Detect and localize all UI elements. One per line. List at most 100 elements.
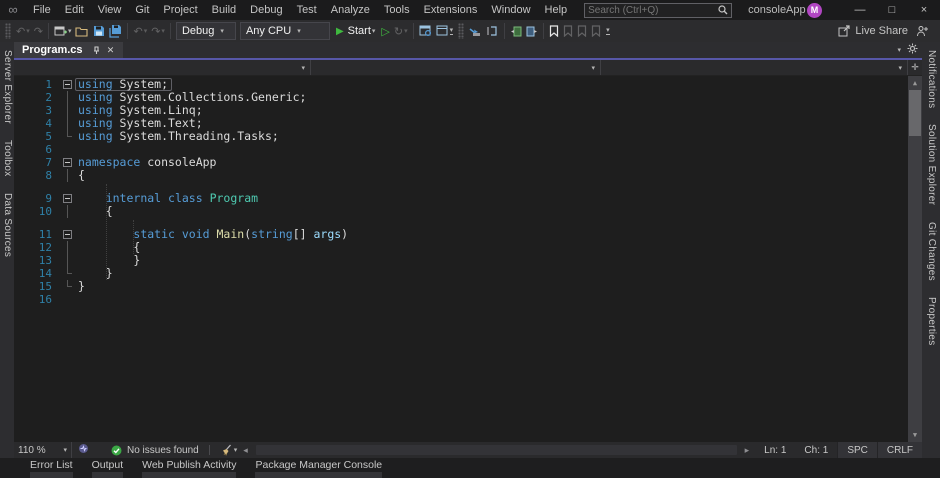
menu-item-view[interactable]: View [91, 0, 129, 20]
menu-item-build[interactable]: Build [205, 0, 243, 20]
live-unit-testing-button[interactable] [417, 21, 434, 41]
save-all-button[interactable] [107, 21, 124, 41]
feedback-button[interactable] [914, 21, 930, 41]
navigate-forward-button[interactable]: ↷ [32, 21, 45, 41]
tool-window-tab-solution-explorer[interactable]: Solution Explorer [924, 116, 938, 213]
scroll-down-icon[interactable]: ▼ [908, 428, 922, 442]
horizontal-scrollbar[interactable] [256, 445, 737, 455]
code-line-12[interactable]: 12 { [14, 241, 922, 254]
fold-collapse-icon[interactable] [60, 156, 76, 169]
menu-item-extensions[interactable]: Extensions [417, 0, 485, 20]
zoom-dropdown[interactable]: 110 %▾ [14, 442, 72, 458]
clear-bookmarks-button[interactable] [589, 21, 603, 41]
undo-button[interactable]: ↶▾ [131, 21, 149, 41]
document-list-dropdown-icon[interactable]: ▾ [897, 46, 901, 54]
code-line-10[interactable]: 10 { [14, 205, 922, 218]
tool-window-tab-data-sources[interactable]: Data Sources [0, 185, 14, 265]
redo-button[interactable]: ↷▾ [149, 21, 167, 41]
code-line-11[interactable]: 11 static void Main(string[] args) [14, 228, 922, 241]
code-line-15[interactable]: 15} [14, 280, 922, 293]
indent-mode-indicator[interactable]: SPC [837, 442, 877, 458]
tool-window-tab-notifications[interactable]: Notifications [924, 42, 938, 116]
menu-item-edit[interactable]: Edit [58, 0, 91, 20]
solution-configuration-dropdown[interactable]: Debug▾ [176, 22, 236, 40]
fold-collapse-icon[interactable] [60, 192, 76, 205]
panel-tab-web-publish-activity[interactable]: Web Publish Activity [142, 458, 236, 478]
menu-item-git[interactable]: Git [128, 0, 156, 20]
menu-item-analyze[interactable]: Analyze [324, 0, 377, 20]
minimize-button[interactable]: — [844, 0, 876, 20]
save-button[interactable] [91, 21, 107, 41]
hscroll-left-icon[interactable]: ◂ [237, 445, 254, 456]
code-editor[interactable]: 1using System;2using System.Collections.… [14, 76, 922, 442]
toolbar-overflow-button[interactable]: ▾ [603, 21, 612, 41]
solution-platform-dropdown[interactable]: Any CPU▾ [240, 22, 330, 40]
code-line-5[interactable]: 5using System.Threading.Tasks; [14, 130, 922, 143]
start-without-debugging-button[interactable]: ▷ [379, 21, 391, 41]
issues-indicator[interactable]: No issues found [111, 445, 199, 456]
live-share-button[interactable]: Live Share [832, 21, 914, 41]
toggle-bookmark-button[interactable] [547, 21, 561, 41]
fold-collapse-icon[interactable] [60, 228, 76, 241]
indent-increase-button[interactable] [524, 21, 540, 41]
code-line-7[interactable]: 7namespace consoleApp [14, 156, 922, 169]
right-tool-strip: NotificationsSolution ExplorerGit Change… [922, 42, 940, 458]
maximize-button[interactable]: □ [876, 0, 908, 20]
health-indicator-icon[interactable] [78, 443, 89, 457]
code-text [76, 293, 78, 306]
account-avatar[interactable]: M [807, 3, 822, 18]
open-folder-button[interactable] [73, 21, 91, 41]
step-over-button[interactable] [484, 21, 501, 41]
indent-decrease-button[interactable] [508, 21, 524, 41]
code-line-9[interactable]: 9 internal class Program [14, 192, 922, 205]
line-indicator[interactable]: Ln: 1 [755, 445, 795, 456]
start-debugging-button[interactable]: ▶ Start ▾ [332, 21, 379, 41]
split-editor-icon[interactable]: ✛ [907, 60, 922, 75]
member-dropdown[interactable]: ▾ [601, 60, 907, 75]
search-box[interactable] [584, 3, 732, 18]
pin-tab-icon[interactable] [91, 44, 103, 56]
panel-tab-error-list[interactable]: Error List [30, 458, 73, 478]
tool-window-tab-git-changes[interactable]: Git Changes [924, 214, 938, 289]
code-line-16[interactable]: 16 [14, 293, 922, 306]
column-indicator[interactable]: Ch: 1 [795, 445, 837, 456]
close-button[interactable]: × [908, 0, 940, 20]
panel-tab-output[interactable]: Output [92, 458, 124, 478]
menu-item-file[interactable]: File [26, 0, 58, 20]
previous-bookmark-button[interactable] [561, 21, 575, 41]
search-input[interactable] [588, 5, 718, 16]
hscroll-right-icon[interactable]: ▸ [739, 445, 756, 456]
menu-item-help[interactable]: Help [538, 0, 575, 20]
close-tab-icon[interactable]: ✕ [105, 44, 117, 56]
fold-collapse-icon[interactable] [60, 78, 76, 91]
tab-program-cs[interactable]: Program.cs ✕ [14, 42, 123, 58]
menu-item-test[interactable]: Test [290, 0, 324, 20]
menu-item-debug[interactable]: Debug [243, 0, 289, 20]
menu-item-window[interactable]: Window [484, 0, 537, 20]
code-line-14[interactable]: 14 } [14, 267, 922, 280]
vertical-scrollbar[interactable]: ▲ ▼ [908, 76, 922, 442]
code-line-8[interactable]: 8{ [14, 169, 922, 182]
preview-changes-button[interactable]: ▾ [434, 21, 456, 41]
editor-options-gear-icon[interactable] [907, 43, 918, 57]
menu-item-tools[interactable]: Tools [377, 0, 417, 20]
navigate-back-button[interactable]: ↶▾ [14, 21, 32, 41]
attach-to-process-button[interactable] [467, 21, 484, 41]
toolbar-grip[interactable] [458, 23, 464, 39]
scrollbar-thumb[interactable] [909, 90, 921, 136]
project-dropdown[interactable]: ▾ [14, 60, 311, 75]
toolbar-grip[interactable] [5, 23, 11, 39]
tool-window-tab-properties[interactable]: Properties [924, 289, 938, 354]
code-line-13[interactable]: 13 } [14, 254, 922, 267]
scroll-up-icon[interactable]: ▲ [908, 76, 922, 90]
menu-item-project[interactable]: Project [156, 0, 204, 20]
panel-tab-package-manager-console[interactable]: Package Manager Console [255, 458, 382, 478]
code-cleanup-button[interactable]: ▾ [220, 444, 238, 456]
type-dropdown[interactable]: ▾ [311, 60, 601, 75]
line-ending-indicator[interactable]: CRLF [877, 442, 922, 458]
hot-reload-button[interactable]: ↻▾ [392, 21, 410, 41]
next-bookmark-button[interactable] [575, 21, 589, 41]
tool-window-tab-toolbox[interactable]: Toolbox [0, 132, 14, 185]
new-project-button[interactable]: ▾ [52, 21, 74, 41]
tool-window-tab-server-explorer[interactable]: Server Explorer [0, 42, 14, 132]
